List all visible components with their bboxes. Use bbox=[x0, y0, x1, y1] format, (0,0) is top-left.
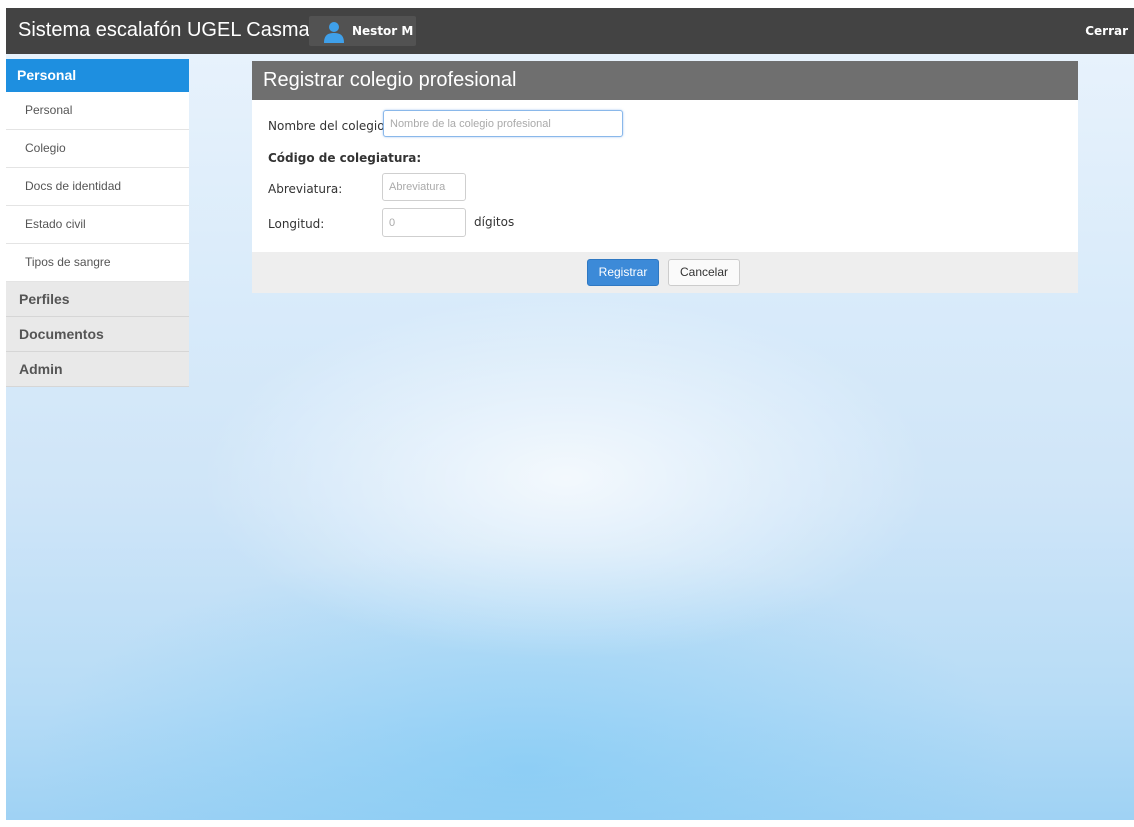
user-icon bbox=[324, 22, 344, 43]
cancel-button[interactable]: Cancelar bbox=[668, 259, 740, 286]
college-name-label: Nombre del colegio: bbox=[268, 119, 389, 133]
user-name: Nestor M bbox=[352, 24, 414, 38]
sidebar-item-colegio[interactable]: Colegio bbox=[6, 130, 189, 168]
college-name-input[interactable] bbox=[383, 110, 623, 137]
top-navbar: Sistema escalafón UGEL Casma Nestor M Ce… bbox=[6, 8, 1134, 54]
user-menu[interactable]: Nestor M bbox=[309, 16, 416, 46]
sidebar-item-tipos-sangre[interactable]: Tipos de sangre bbox=[6, 244, 189, 282]
sidebar-section-perfiles[interactable]: Perfiles bbox=[6, 282, 189, 317]
length-input[interactable] bbox=[382, 208, 466, 237]
sidebar-item-estado-civil[interactable]: Estado civil bbox=[6, 206, 189, 244]
sidebar-item-docs-identidad[interactable]: Docs de identidad bbox=[6, 168, 189, 206]
sidebar-section-personal[interactable]: Personal bbox=[6, 59, 189, 92]
register-college-panel: Registrar colegio profesional Nombre del… bbox=[252, 61, 1078, 293]
form-body: Nombre del colegio: Código de colegiatur… bbox=[252, 100, 1078, 252]
register-button[interactable]: Registrar bbox=[587, 259, 659, 286]
form-actions: Registrar Cancelar bbox=[252, 252, 1078, 293]
panel-title: Registrar colegio profesional bbox=[252, 61, 1078, 100]
sidebar-item-personal[interactable]: Personal bbox=[6, 92, 189, 130]
abbreviation-label: Abreviatura: bbox=[268, 182, 343, 196]
sidebar: Personal Personal Colegio Docs de identi… bbox=[6, 59, 189, 387]
length-label: Longitud: bbox=[268, 217, 325, 231]
abbreviation-input[interactable] bbox=[382, 173, 466, 201]
code-heading: Código de colegiatura: bbox=[268, 151, 422, 165]
app-title[interactable]: Sistema escalafón UGEL Casma bbox=[18, 19, 310, 42]
sidebar-section-documentos[interactable]: Documentos bbox=[6, 317, 189, 352]
logout-link[interactable]: Cerrar bbox=[1085, 24, 1128, 38]
sidebar-section-admin[interactable]: Admin bbox=[6, 352, 189, 387]
length-unit-label: dígitos bbox=[474, 215, 515, 229]
app-window: Sistema escalafón UGEL Casma Nestor M Ce… bbox=[6, 8, 1134, 820]
